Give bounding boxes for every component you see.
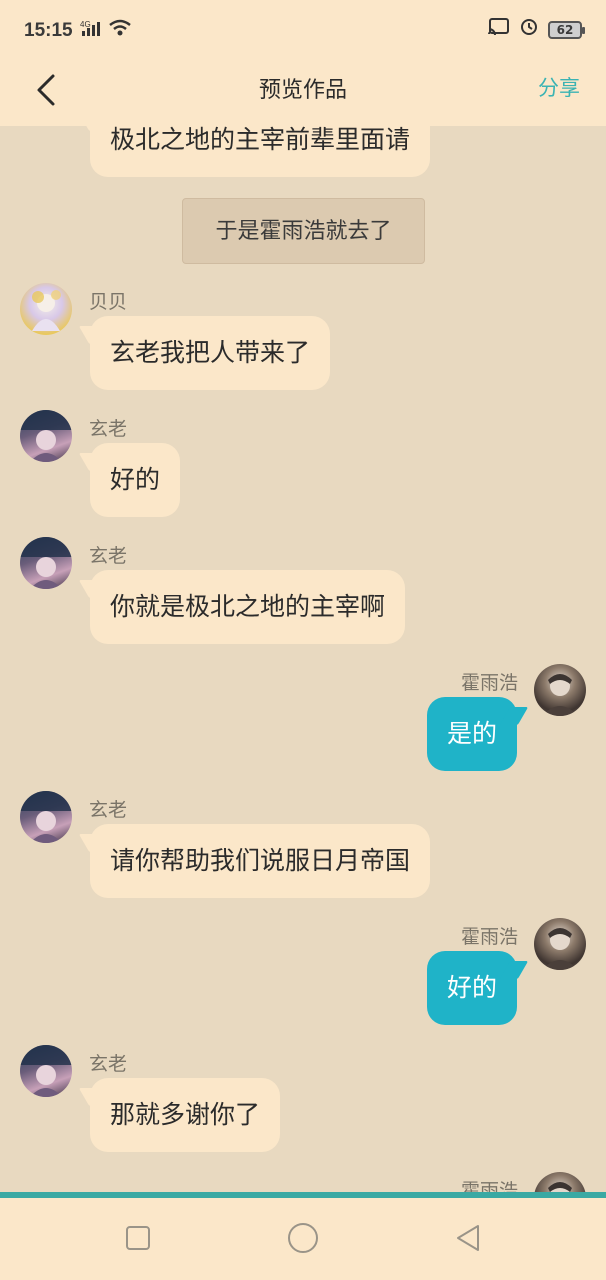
status-bar: 15:15 4G 62	[0, 0, 606, 60]
avatar[interactable]	[20, 410, 72, 462]
chat-bubble[interactable]: 好的	[426, 951, 517, 1025]
speaker-name: 玄老	[89, 418, 128, 440]
speaker-name: 霍雨浩	[460, 1180, 518, 1192]
speaker-name: 贝贝	[89, 291, 128, 313]
speaker-name: 玄老	[89, 1053, 128, 1075]
chat-bubble[interactable]: 是的	[426, 697, 517, 771]
recent-apps-button[interactable]	[120, 1222, 156, 1258]
avatar[interactable]	[20, 537, 72, 589]
avatar[interactable]	[534, 664, 586, 716]
avatar[interactable]	[534, 918, 586, 970]
app-header: 预览作品 分享	[0, 60, 606, 126]
chat-bubble[interactable]: 极北之地的主宰前辈里面请	[90, 126, 431, 177]
system-nav-bar	[0, 1198, 606, 1280]
narration-text: 于是霍雨浩就去了	[182, 198, 425, 264]
square-recent-icon	[125, 1225, 151, 1255]
chat-bubble[interactable]: 好的	[90, 443, 181, 517]
chat-bubble[interactable]: 玄老我把人带来了	[90, 316, 331, 390]
share-button[interactable]: 分享	[538, 72, 580, 102]
status-time: 15:15	[24, 20, 73, 41]
avatar[interactable]	[20, 283, 72, 335]
avatar[interactable]	[20, 1045, 72, 1097]
battery-icon: 62	[548, 20, 585, 39]
wifi-icon	[108, 19, 132, 42]
home-button[interactable]	[285, 1222, 321, 1258]
back-nav-button[interactable]	[450, 1222, 486, 1258]
speaker-name: 玄老	[89, 545, 128, 567]
signal-icon: 4G	[80, 19, 102, 42]
avatar[interactable]	[20, 791, 72, 843]
chat-bubble[interactable]: 那就多谢你了	[90, 1078, 281, 1152]
chat-bubble[interactable]: 请你帮助我们说服日月帝国	[90, 824, 431, 898]
triangle-back-icon	[454, 1223, 482, 1257]
alarm-icon	[520, 18, 538, 41]
svg-text:4G: 4G	[80, 20, 91, 29]
chat-bubble[interactable]: 你就是极北之地的主宰啊	[90, 570, 406, 644]
speaker-name: 玄老	[89, 799, 128, 821]
avatar[interactable]	[534, 1172, 586, 1192]
chat-area[interactable]: 极北之地的主宰前辈里面请 于是霍雨浩就去了 贝贝 玄老我把人带来了 玄老 好的 …	[0, 126, 606, 1192]
circle-home-icon	[286, 1221, 320, 1259]
speaker-name: 霍雨浩	[460, 926, 518, 948]
speaker-name: 霍雨浩	[460, 672, 518, 694]
cast-icon	[488, 18, 510, 41]
page-title: 预览作品	[258, 78, 347, 103]
